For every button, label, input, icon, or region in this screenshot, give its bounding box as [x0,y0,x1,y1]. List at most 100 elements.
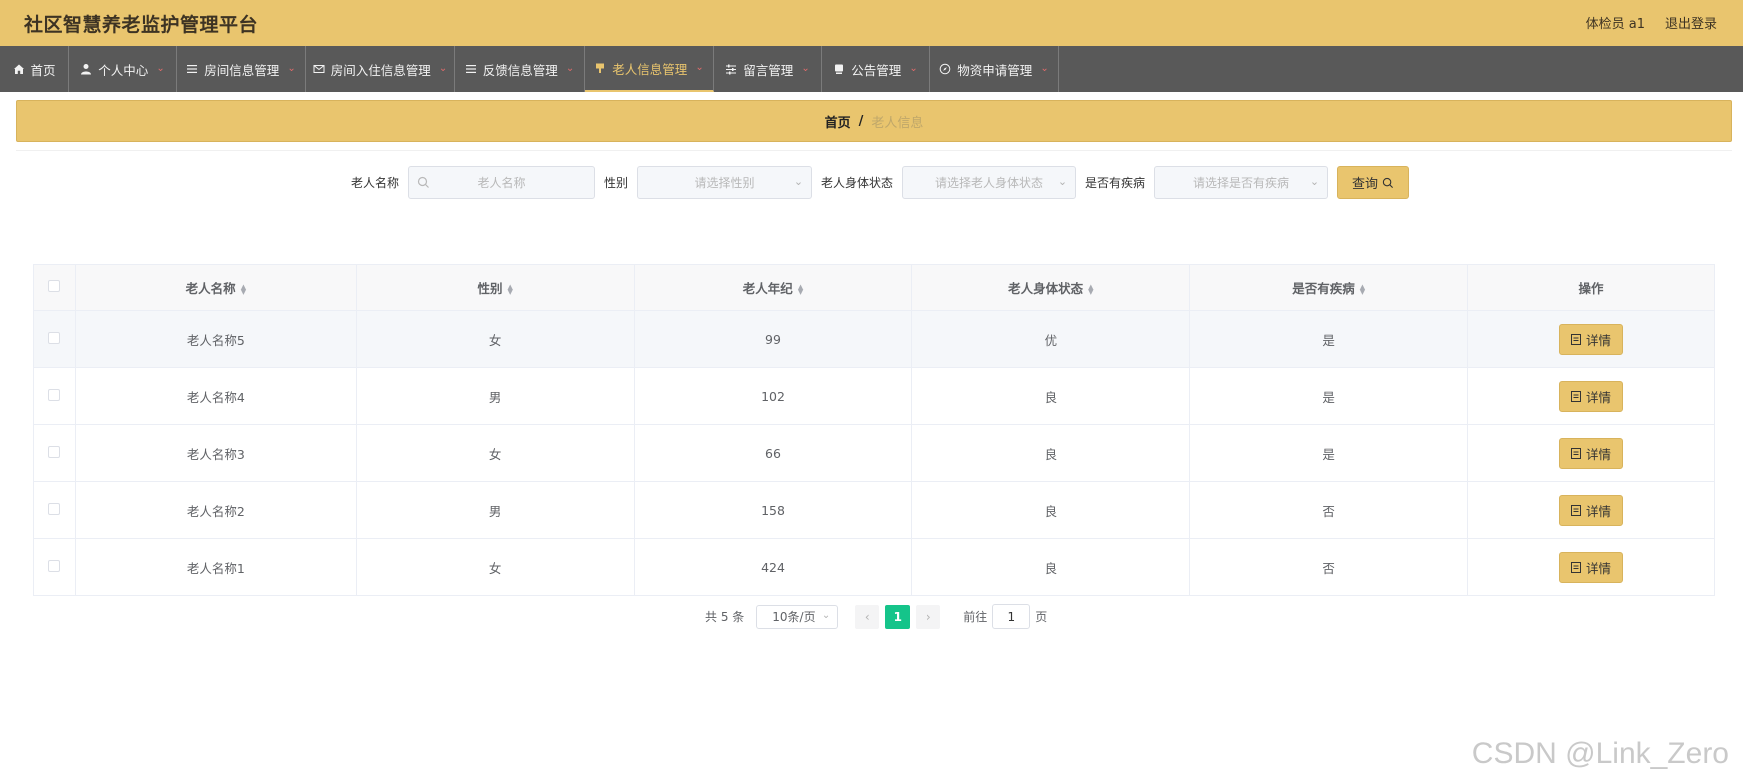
total-count: 共 5 条 [705,610,745,624]
cell-disease: 否 [1189,538,1469,596]
nav-item-elder-info[interactable]: 老人信息管理 ⌄ [585,46,714,92]
nav-label: 物资申请管理 [957,62,1033,78]
pagination: 共 5 条 10条/页 ⌄ ‹ 1 › 前往 1 页 [705,604,1047,629]
chevron-down-icon: ⌄ [1057,175,1068,188]
cell-status: 良 [911,481,1191,539]
app-title: 社区智慧养老监护管理平台 [24,14,259,36]
disease-label: 是否有疾病 [1085,176,1146,190]
table-row: 老人名称1 女 424 良 否 详情 [33,538,1715,596]
cell-disease: 是 [1189,367,1469,425]
main-nav: 首页 个人中心 ⌄ 房间信息管理 ⌄ 房间入住信息管理 ⌄ 反馈信息管理 ⌄ 老… [0,46,1743,92]
logout-link[interactable]: 退出登录 [1665,13,1717,32]
column-header[interactable]: 老人身体状态 ▲ ▼ [911,264,1191,311]
cell-actions: 详情 [1467,538,1715,596]
cell-status: 良 [911,538,1191,596]
gender-select[interactable]: 请选择性别 ⌄ [637,166,813,199]
document-icon [1571,390,1581,402]
row-select-cell [33,310,76,368]
row-select-cell [33,481,76,539]
chevron-down-icon: ⌄ [821,609,831,621]
table-row: 老人名称2 男 158 良 否 详情 [33,481,1715,539]
detail-button[interactable]: 详情 [1559,437,1624,469]
nav-item-personal-center[interactable]: 个人中心 ⌄ [69,46,177,92]
breadcrumb-current: 老人信息 [871,115,924,131]
nav-item-feedback[interactable]: 反馈信息管理 ⌄ [455,46,585,92]
sort-icon: ▲ ▼ [797,282,804,296]
search-button[interactable]: 查询 [1337,166,1410,199]
detail-button[interactable]: 详情 [1559,551,1624,583]
search-icon [417,176,429,188]
table-row: 老人名称4 男 102 良 是 详情 [33,367,1715,425]
sort-icon: ▲ ▼ [1088,282,1094,296]
cell-age: 99 [633,310,913,368]
row-checkbox[interactable] [48,331,61,344]
elder-name-input[interactable]: 老人名称 [408,166,596,199]
page-number-current[interactable]: 1 [885,604,911,629]
prev-page-button[interactable]: ‹ [855,604,880,629]
gender-label: 性别 [604,176,629,190]
row-select-cell [33,367,76,425]
next-page-button[interactable]: › [916,604,941,629]
breadcrumb-separator: / [858,113,864,129]
health-status-select[interactable]: 请选择老人身体状态 ⌄ [902,166,1077,199]
nav-label: 老人信息管理 [612,61,688,77]
nav-item-room-info[interactable]: 房间信息管理 ⌄ [177,46,306,92]
row-checkbox[interactable] [48,502,61,515]
cell-name: 老人名称2 [74,481,357,539]
detail-button[interactable]: 详情 [1559,494,1624,526]
breadcrumb-home[interactable]: 首页 [825,112,851,131]
nav-item-announcements[interactable]: 公告管理 ⌄ [822,46,930,92]
compass-icon [939,62,951,76]
cell-status: 良 [911,424,1191,482]
row-checkbox[interactable] [48,559,61,572]
nav-item-home[interactable]: 首页 [0,46,69,92]
cell-name: 老人名称4 [74,367,357,425]
chevron-down-icon: ⌄ [156,62,165,74]
table-header-row: 老人名称 ▲ ▼ 性别 ▲ ▼ 老人年纪 ▲ ▼ 老人身体状态 ▲ ▼ 是否有疾病 ▲ ▼ 操作 [33,264,1715,311]
chevron-down-icon: ⌄ [909,62,918,74]
cell-gender: 女 [355,310,635,368]
list-icon [186,62,198,76]
disease-select[interactable]: 请选择是否有疾病 ⌄ [1154,166,1329,199]
document-icon [1571,447,1581,459]
column-header[interactable]: 老人名称 ▲ ▼ [74,264,357,311]
bookmark-icon [833,62,845,76]
column-header-actions: 操作 [1467,264,1715,311]
chevron-down-icon: ⌄ [438,62,448,74]
column-header[interactable]: 是否有疾病 ▲ ▼ [1189,264,1469,311]
marker-icon [594,61,606,75]
select-all-cell [33,264,76,311]
search-icon [1382,177,1394,188]
nav-item-supplies[interactable]: 物资申请管理 ⌄ [930,46,1059,92]
cell-gender: 女 [355,538,635,596]
select-all-checkbox[interactable] [48,280,61,292]
breadcrumb: 首页 / 老人信息 [16,100,1732,142]
watermark: CSDN @Link_Zero [1471,737,1729,770]
nav-item-messages[interactable]: 留言管理 ⌄ [714,46,822,92]
page-unit-label: 页 [1035,610,1048,624]
chevron-down-icon: ⌄ [793,175,804,188]
detail-button[interactable]: 详情 [1559,323,1624,355]
user-name: 体检员 a1 [1585,17,1645,32]
chevron-down-icon: ⌄ [801,62,810,74]
detail-button[interactable]: 详情 [1559,380,1624,412]
table-row: 老人名称5 女 99 优 是 详情 [33,310,1715,368]
chevron-down-icon: ⌄ [565,62,575,74]
column-header[interactable]: 性别 ▲ ▼ [355,264,635,311]
cell-gender: 男 [355,367,635,425]
page-size-select[interactable]: 10条/页 ⌄ [756,604,839,629]
cell-actions: 详情 [1467,367,1715,425]
row-checkbox[interactable] [48,388,61,401]
row-checkbox[interactable] [48,445,61,458]
sort-icon: ▲ ▼ [240,282,247,296]
chevron-down-icon: ⌄ [1309,175,1320,188]
column-header[interactable]: 老人年纪 ▲ ▼ [633,264,913,311]
goto-page-input[interactable]: 1 [992,604,1031,629]
sort-icon: ▲ ▼ [507,282,513,296]
cell-name: 老人名称3 [74,424,357,482]
cell-gender: 男 [355,481,635,539]
health-status-placeholder: 请选择老人身体状态 [935,176,1044,190]
nav-item-room-checkin[interactable]: 房间入住信息管理 ⌄ [306,46,455,92]
cell-disease: 是 [1189,424,1469,482]
nav-label: 房间信息管理 [204,62,280,78]
